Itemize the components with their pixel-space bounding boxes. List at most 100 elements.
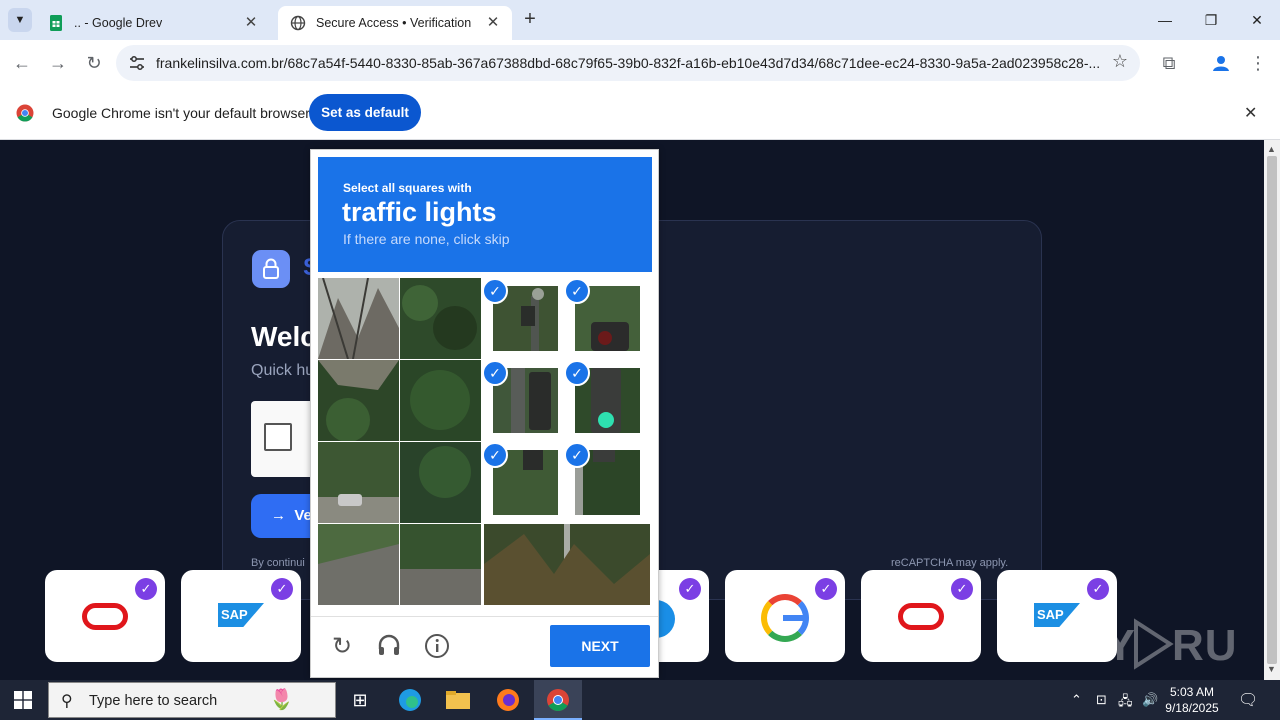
scrollbar-thumb[interactable]	[1267, 156, 1277, 664]
close-infobar-icon[interactable]: ✕	[1244, 103, 1257, 123]
flowers-decoration-icon: 🌷	[269, 689, 294, 711]
grid-tile[interactable]	[318, 442, 399, 523]
firefox-icon[interactable]	[484, 680, 532, 720]
grid-tile[interactable]	[318, 524, 399, 605]
task-view-icon[interactable]: ⊞	[336, 680, 384, 720]
close-tab-icon[interactable]: ✕	[484, 14, 502, 32]
recaptcha-challenge: Select all squares with traffic lights I…	[310, 149, 659, 678]
audio-challenge-icon[interactable]	[375, 633, 403, 661]
grid-tile[interactable]	[400, 442, 481, 523]
logo-tile-sap: SAP ✓	[181, 570, 301, 662]
tab-search-button[interactable]: ▼	[8, 8, 32, 32]
grid-tile-selected[interactable]: ✓	[482, 360, 563, 441]
next-button[interactable]: NEXT	[550, 625, 650, 667]
infobar-message: Google Chrome isn't your default browser	[52, 105, 310, 121]
oracle-logo-icon	[82, 603, 128, 630]
restore-button[interactable]: ❐	[1188, 6, 1234, 34]
clock-time: 5:03 AM	[1169, 685, 1215, 699]
google-sheets-icon	[50, 15, 62, 31]
checkmark-icon: ✓	[482, 278, 508, 304]
chrome-logo-icon	[16, 104, 34, 122]
grid-tile-selected[interactable]: ✓	[564, 360, 645, 441]
system-clock[interactable]: 5:03 AM 9/18/2025	[1162, 684, 1222, 716]
minimize-button[interactable]: —	[1142, 6, 1188, 34]
chrome-taskbar-icon[interactable]	[534, 680, 582, 720]
windows-start-icon[interactable]	[14, 691, 32, 709]
browser-toolbar: ← → ↻ frankelinsilva.com.br/68c7a54f-544…	[0, 40, 1280, 86]
network-icon[interactable]: 🖧	[1118, 692, 1133, 714]
forward-button[interactable]: →	[44, 49, 72, 77]
logo-tile-oracle: ✓	[45, 570, 165, 662]
windows-taskbar: ⚲ Type here to search 🌷 ⊞ ⌃ ⊡ 🖧 🔊 5:03 A…	[0, 680, 1280, 720]
info-icon[interactable]	[423, 633, 451, 661]
logo-tile-google: ✓	[725, 570, 845, 662]
clock-date: 9/18/2025	[1165, 701, 1219, 715]
device-icon[interactable]: ⊡	[1096, 692, 1107, 708]
tab-title: Secure Access • Verification	[316, 16, 472, 30]
terms-text: By continui	[251, 557, 305, 569]
grid-tile-selected[interactable]: ✓	[482, 442, 563, 523]
subheading: Quick hu	[251, 362, 315, 379]
scroll-up-arrow-icon[interactable]: ▲	[1267, 144, 1276, 154]
grid-tile[interactable]	[400, 278, 481, 359]
challenge-image-grid: ✓ ✓ ✓ ✓ ✓ ✓	[318, 278, 650, 608]
grid-tile[interactable]	[484, 524, 650, 605]
checkmark-icon: ✓	[815, 578, 837, 600]
checkmark-icon: ✓	[135, 578, 157, 600]
checkmark-icon: ✓	[951, 578, 973, 600]
checkmark-icon: ✓	[1087, 578, 1109, 600]
checkmark-icon: ✓	[564, 278, 590, 304]
address-bar[interactable]: frankelinsilva.com.br/68c7a54f-5440-8330…	[116, 45, 1140, 81]
checkmark-icon: ✓	[482, 442, 508, 468]
checkmark-icon: ✓	[271, 578, 293, 600]
chrome-menu-icon[interactable]: ⋮	[1244, 49, 1272, 77]
search-placeholder: Type here to search	[89, 693, 218, 709]
search-icon: ⚲	[61, 693, 73, 710]
profile-icon[interactable]	[1207, 49, 1235, 77]
set-as-default-button[interactable]: Set as default	[309, 94, 421, 131]
back-button[interactable]: ←	[8, 49, 36, 77]
page-scrollbar[interactable]: ▲ ▼	[1264, 140, 1280, 680]
notifications-icon[interactable]: 🗨	[1238, 690, 1258, 710]
default-browser-infobar: Google Chrome isn't your default browser…	[0, 86, 1280, 140]
reload-challenge-icon[interactable]: ↻	[328, 633, 356, 661]
close-window-button[interactable]: ✕	[1234, 6, 1280, 34]
checkmark-icon: ✓	[564, 360, 590, 386]
tab-google-drive[interactable]: .. - Google Drev ✕	[36, 6, 270, 40]
welcome-heading: Welc	[251, 321, 316, 352]
checkmark-icon: ✓	[482, 360, 508, 386]
bookmark-star-icon[interactable]: ☆	[1112, 51, 1128, 72]
human-checkbox[interactable]	[264, 423, 292, 451]
challenge-footer: ↻ NEXT	[311, 616, 658, 678]
show-hidden-icons-chevron-icon[interactable]: ⌃	[1071, 692, 1082, 708]
checkmark-icon: ✓	[679, 578, 701, 600]
logo-tile-oracle: ✓	[861, 570, 981, 662]
recaptcha-terms-text: reCAPTCHA may apply.	[891, 557, 1009, 569]
svg-text:ANY: ANY	[1040, 621, 1136, 670]
grid-tile-selected[interactable]: ✓	[564, 278, 645, 359]
google-logo-bar	[783, 615, 803, 621]
challenge-hint: If there are none, click skip	[343, 231, 510, 247]
arrow-right-icon: →	[271, 507, 295, 524]
grid-tile-selected[interactable]: ✓	[564, 442, 645, 523]
site-settings-icon[interactable]	[128, 54, 146, 72]
grid-tile-selected[interactable]: ✓	[482, 278, 563, 359]
extensions-icon[interactable]: ⧉	[1155, 49, 1183, 77]
checkmark-icon: ✓	[564, 442, 590, 468]
svg-text:RUN: RUN	[1172, 621, 1240, 670]
grid-tile[interactable]	[400, 360, 481, 441]
taskbar-search-box[interactable]: ⚲ Type here to search 🌷	[48, 682, 336, 718]
tab-secure-access[interactable]: Secure Access • Verification ✕	[278, 6, 512, 40]
file-explorer-icon[interactable]	[434, 680, 482, 720]
edge-icon[interactable]	[386, 680, 434, 720]
scroll-down-arrow-icon[interactable]: ▼	[1267, 664, 1276, 674]
new-tab-button[interactable]: +	[518, 8, 542, 32]
challenge-target: traffic lights	[342, 197, 497, 227]
volume-icon[interactable]: 🔊	[1142, 692, 1158, 708]
globe-icon	[290, 15, 306, 31]
grid-tile[interactable]	[400, 524, 481, 605]
close-tab-icon[interactable]: ✕	[242, 14, 260, 32]
grid-tile[interactable]	[318, 278, 399, 359]
grid-tile[interactable]	[318, 360, 399, 441]
reload-button[interactable]: ↻	[80, 49, 108, 77]
